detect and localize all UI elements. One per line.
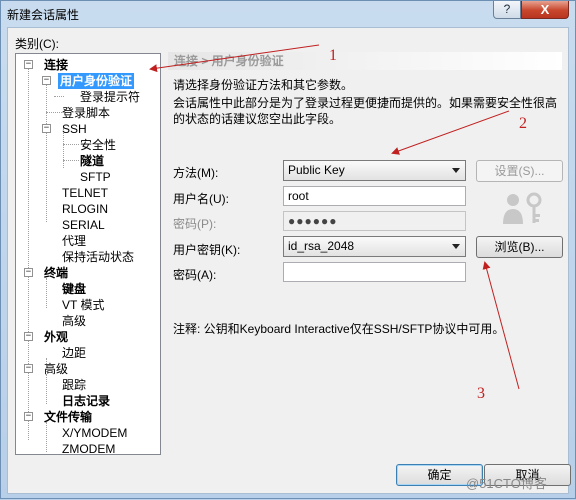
dialog-window: 新建会话属性 ? X 类别(C): − − − − − − − 连接 用户身份验…	[0, 0, 576, 499]
annotation-arrow-2	[391, 110, 510, 155]
annotation-number-2: 2	[519, 115, 527, 132]
annotation-overlay	[149, 44, 520, 390]
annotation-number-3: 3	[477, 385, 485, 402]
watermark: @51CTO博客	[466, 476, 547, 491]
annotation-number-1: 1	[329, 47, 337, 64]
annotation-arrow-1	[149, 44, 320, 73]
annotation-arrow-3	[482, 261, 520, 390]
